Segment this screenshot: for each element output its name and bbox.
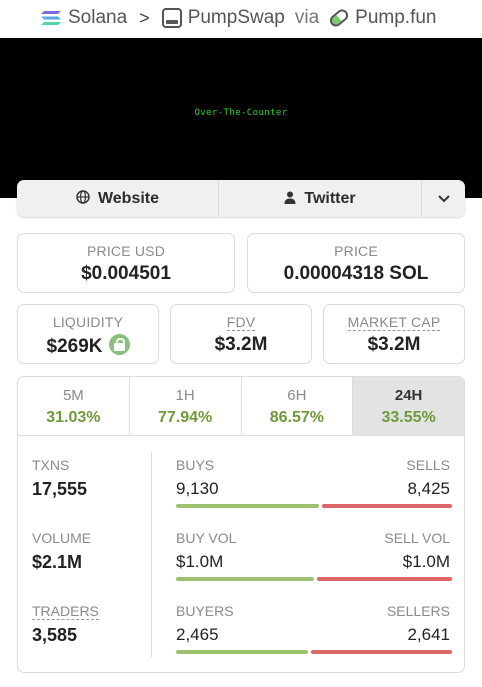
volume-value: $2.1M	[32, 552, 83, 572]
pumpfun-icon	[327, 6, 351, 30]
buyers-bar	[176, 650, 308, 654]
fdv-label-row: FDV	[171, 314, 311, 331]
traders-label-row: TRADERS	[32, 603, 99, 620]
sells-bar	[322, 504, 452, 508]
market-cap-card: MARKET CAP $3.2M	[323, 304, 465, 364]
tab-label: 1H	[175, 387, 195, 404]
sell-vol-label: SELL VOL	[384, 530, 450, 546]
traders-label[interactable]: TRADERS	[32, 603, 99, 620]
tab-5m[interactable]: 5M 31.03%	[18, 377, 130, 435]
website-label: Website	[97, 189, 160, 207]
pumpswap-icon	[161, 8, 182, 28]
breadcrumb-launchpad[interactable]: Pump.fun	[355, 7, 436, 29]
timeframe-tabs: 5M 31.03% 1H 77.94% 6H 86.57% 24H 33.55%	[18, 377, 464, 436]
buys-value: 9,130	[176, 479, 219, 498]
sell-vol-bar	[317, 577, 452, 581]
tab-label: 6H	[287, 387, 307, 404]
traders-value: 3,585	[32, 625, 78, 645]
sell-vol-value: $1.0M	[402, 552, 450, 571]
token-banner: Over-The-Counter	[0, 38, 482, 198]
market-cap-label[interactable]: MARKET CAP	[347, 314, 441, 331]
price-usd-value: $0.004501	[81, 263, 171, 284]
fdv-value: $3.2M	[214, 334, 268, 355]
breadcrumb: Solana > PumpSwap via Pump.fun	[0, 0, 482, 36]
buy-vol-value: $1.0M	[176, 552, 224, 571]
user-icon	[284, 191, 296, 207]
buy-vol-label: BUY VOL	[176, 530, 237, 546]
fdv-card: FDV $3.2M	[170, 304, 312, 364]
column-divider	[151, 452, 152, 657]
txns-value: 17,555	[32, 479, 88, 499]
price-usd-card: PRICE USD $0.004501	[17, 233, 235, 293]
buyers-value: 2,465	[176, 625, 219, 644]
liquidity-card: LIQUIDITY $269K	[17, 304, 159, 364]
sellers-label: SELLERS	[386, 603, 450, 619]
globe-icon	[76, 190, 90, 207]
twitter-button[interactable]: Twitter	[219, 180, 422, 217]
buy-vol-bar	[176, 577, 314, 581]
liquidity-value-row: $269K	[18, 334, 158, 358]
market-cap-value: $3.2M	[367, 334, 421, 355]
tab-1h[interactable]: 1H 77.94%	[130, 377, 242, 435]
sellers-value: 2,641	[407, 625, 450, 644]
chevron-down-icon	[437, 194, 450, 202]
more-links-button[interactable]	[422, 180, 465, 217]
solana-icon	[41, 11, 61, 25]
tab-change: 31.03%	[46, 409, 101, 426]
sells-label: SELLS	[406, 457, 450, 473]
tab-change: 77.94%	[157, 409, 213, 426]
breadcrumb-dex[interactable]: PumpSwap	[188, 7, 285, 29]
price-native-value: 0.00004318 SOL	[283, 263, 429, 284]
chevron-right-icon: >	[139, 7, 150, 28]
fdv-label[interactable]: FDV	[226, 314, 256, 331]
tab-change: 33.55%	[381, 409, 436, 426]
activity-panel: 5M 31.03% 1H 77.94% 6H 86.57% 24H 33.55%…	[17, 376, 465, 673]
tab-change: 86.57%	[269, 409, 324, 426]
liquidity-label: LIQUIDITY	[52, 314, 124, 330]
breadcrumb-chain[interactable]: Solana	[68, 7, 127, 29]
links-bar: Website Twitter	[17, 180, 465, 217]
twitter-label: Twitter	[304, 189, 356, 207]
lock-icon[interactable]	[108, 334, 130, 355]
price-usd-label: PRICE USD	[86, 243, 166, 259]
sellers-bar	[311, 650, 452, 654]
txns-label: TXNS	[32, 457, 70, 473]
buys-label: BUYS	[176, 457, 215, 473]
tab-label: 24H	[394, 387, 423, 404]
sells-value: 8,425	[407, 479, 450, 498]
website-button[interactable]: Website	[17, 180, 219, 217]
volume-label: VOLUME	[32, 530, 92, 546]
liquidity-value: $269K	[46, 336, 103, 357]
market-cap-label-row: MARKET CAP	[324, 314, 464, 331]
price-native-label: PRICE	[334, 243, 378, 259]
tab-label: 5M	[62, 387, 84, 404]
price-native-card: PRICE 0.00004318 SOL	[247, 233, 465, 293]
banner-text: Over-The-Counter	[194, 108, 288, 118]
tab-24h[interactable]: 24H 33.55%	[353, 377, 464, 435]
breadcrumb-via: via	[294, 7, 320, 28]
buys-bar	[176, 504, 319, 508]
buyers-label: BUYERS	[176, 603, 234, 619]
tab-6h[interactable]: 6H 86.57%	[242, 377, 354, 435]
